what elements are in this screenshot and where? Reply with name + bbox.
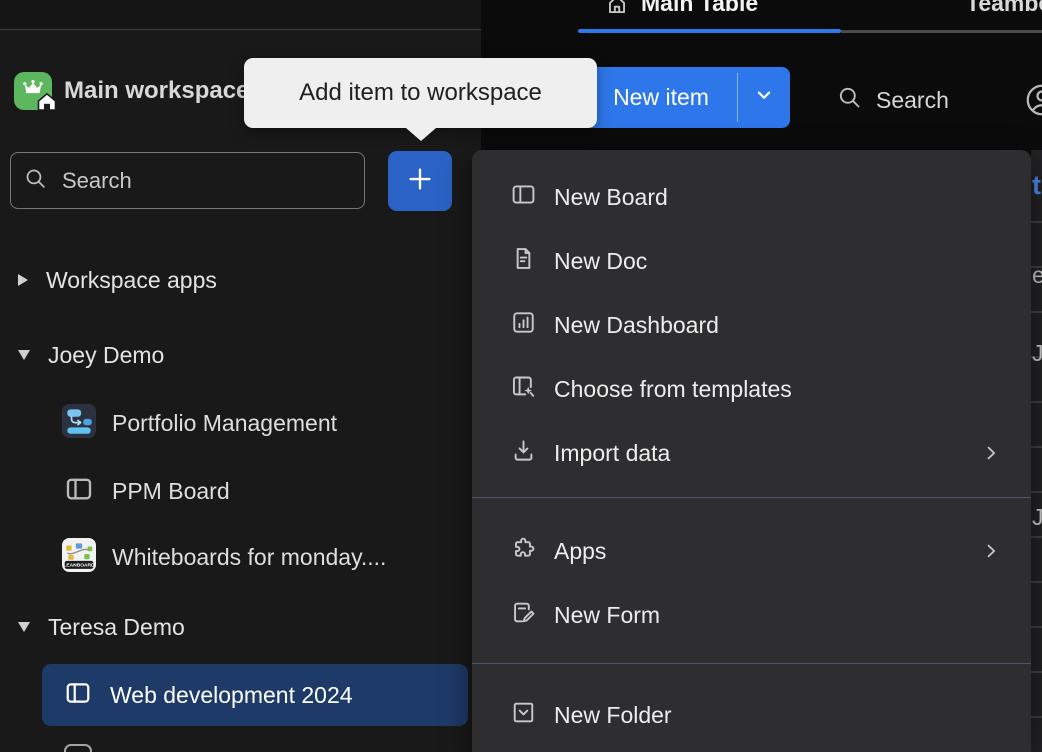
menu-item-new-doc[interactable]: New Doc (472, 229, 1031, 293)
form-icon (510, 599, 537, 631)
workspace-header[interactable]: Main workspace (14, 72, 249, 110)
background-table-strip: t e J J (1031, 150, 1042, 752)
tooltip-add-item-to-workspace: Add item to workspace (244, 58, 597, 128)
new-item-button[interactable]: New item (585, 67, 737, 128)
workspace-title: Main workspace (64, 77, 249, 105)
search-icon (23, 166, 48, 196)
sidebar-group-teresa-demo[interactable]: Teresa Demo (0, 607, 481, 647)
menu-item-choose-from-templates[interactable]: Choose from templates (472, 357, 1031, 421)
home-icon (604, 0, 630, 22)
board-icon (64, 744, 92, 752)
board-icon (64, 679, 92, 712)
peek-text: J (1032, 504, 1042, 531)
menu-item-label: New Form (554, 602, 660, 629)
sidebar-search-box[interactable] (10, 152, 365, 209)
board-icon (510, 181, 537, 213)
doc-icon (510, 245, 537, 277)
folder-icon (510, 699, 537, 731)
peek-text: J (1032, 340, 1042, 367)
sidebar-item-web-development-2024[interactable]: Web development 2024 (42, 664, 468, 726)
sidebar-item-ppm-board[interactable]: PPM Board (42, 460, 468, 522)
menu-item-apps[interactable]: Apps (472, 519, 1031, 583)
board-label: Portfolio Management (112, 410, 337, 437)
sidebar-top-strip (0, 0, 481, 30)
board-icon (64, 474, 94, 509)
workspace-avatar (14, 72, 52, 110)
home-icon (35, 90, 59, 119)
search-icon (836, 84, 863, 117)
dashboard-icon (510, 309, 537, 341)
apps-icon (510, 535, 537, 567)
menu-item-label: Import data (554, 440, 670, 467)
menu-item-new-board[interactable]: New Board (472, 165, 1031, 229)
chevron-right-icon (981, 541, 1001, 561)
menu-item-label: New Board (554, 184, 668, 211)
chevron-down-icon (753, 84, 775, 111)
menu-divider (472, 663, 1031, 664)
board-label: Whiteboards for monday.... (112, 544, 386, 571)
group-label: Workspace apps (46, 267, 217, 294)
person-circle-icon[interactable] (1024, 82, 1042, 123)
menu-item-new-dashboard[interactable]: New Dashboard (472, 293, 1031, 357)
add-item-button[interactable] (388, 151, 452, 211)
portfolio-app-icon (62, 404, 96, 443)
sidebar-group-joey-demo[interactable]: Joey Demo (0, 335, 481, 375)
menu-item-new-form[interactable]: New Form (472, 583, 1031, 647)
chevron-right-icon[interactable] (18, 274, 28, 286)
chevron-down-icon[interactable] (18, 350, 30, 360)
menu-item-new-folder[interactable]: New Folder (472, 683, 1031, 747)
board-label: PPM Board (112, 478, 230, 505)
active-tab-underline (578, 29, 841, 33)
sidebar-item-whiteboards[interactable]: LEANBOARD Whiteboards for monday.... (42, 526, 468, 588)
menu-item-import-data[interactable]: Import data (472, 421, 1031, 485)
board-search-button[interactable]: Search (836, 82, 949, 118)
app-window: Main Table Teamboard New item Search t e… (0, 0, 1042, 752)
add-item-menu: New Board New Doc New Dashboard Choose f… (472, 150, 1031, 752)
whiteboard-icon-label: LEANBOARD (63, 562, 95, 568)
sidebar-item-portfolio-management[interactable]: Portfolio Management (42, 392, 468, 454)
menu-item-label: New Doc (554, 248, 647, 275)
templates-icon (510, 373, 537, 405)
menu-item-label: New Dashboard (554, 312, 719, 339)
menu-item-label: Apps (554, 538, 606, 565)
sidebar-group-workspace-apps[interactable]: Workspace apps (0, 260, 481, 300)
new-item-dropdown-button[interactable] (738, 67, 790, 128)
chevron-down-icon[interactable] (18, 622, 30, 632)
import-icon (510, 437, 537, 469)
new-item-split-button[interactable]: New item (585, 67, 790, 128)
tabbar-divider (841, 30, 1042, 33)
peek-link-text: t (1032, 170, 1041, 201)
whiteboard-app-icon: LEANBOARD (62, 538, 96, 577)
chevron-right-icon (981, 443, 1001, 463)
peek-text: e (1032, 262, 1042, 289)
menu-item-label: Choose from templates (554, 376, 792, 403)
tooltip-text: Add item to workspace (299, 79, 542, 107)
tab-teamboard[interactable]: Teamboard (966, 0, 1042, 17)
board-search-label: Search (876, 87, 949, 114)
group-label: Joey Demo (48, 342, 164, 369)
sidebar-search-input[interactable] (62, 168, 352, 194)
menu-divider (472, 497, 1031, 498)
group-label: Teresa Demo (48, 614, 185, 641)
plus-icon (405, 164, 435, 199)
tab-main-table[interactable]: Main Table (641, 0, 758, 17)
menu-item-label: New Folder (554, 702, 672, 729)
board-label: Web development 2024 (110, 682, 353, 709)
